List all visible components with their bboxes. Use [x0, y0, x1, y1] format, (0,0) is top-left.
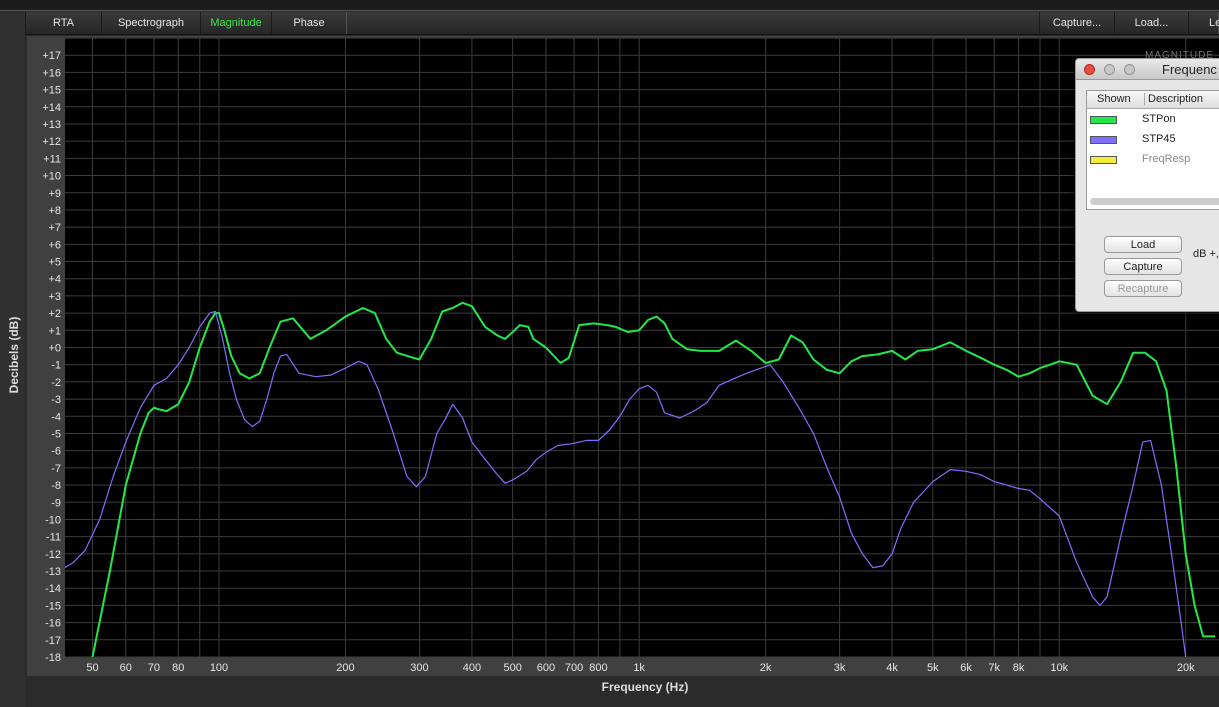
y-tick-label: +0	[48, 343, 61, 355]
legend-item-stpon[interactable]: STPon	[1087, 111, 1219, 129]
y-tick-label: -11	[46, 532, 61, 544]
y-tick-label: -3	[51, 394, 61, 406]
legend-swatch-stp45[interactable]	[1090, 136, 1117, 144]
x-tick-label: 70	[148, 662, 160, 674]
y-tick-label: +14	[42, 102, 61, 114]
x-tick-label: 600	[537, 662, 555, 674]
x-tick-label: 2k	[760, 662, 772, 674]
panel-load-button[interactable]: Load	[1104, 236, 1182, 253]
y-tick-label: +17	[42, 50, 61, 62]
legend-label-stpon: STPon	[1142, 113, 1176, 125]
y-tick-label: +12	[42, 136, 61, 148]
y-tick-label: -16	[45, 618, 61, 630]
frequency-response-panel: Frequenc Shown Description STPon STP45 F…	[1075, 58, 1219, 312]
y-tick-label: +10	[42, 171, 61, 183]
legend-header: Shown Description	[1087, 91, 1219, 109]
y-tick-label: -6	[51, 446, 61, 458]
x-tick-label: 80	[172, 662, 184, 674]
y-tick-label: -15	[45, 600, 61, 612]
x-tick-labels: 50 60 70 80 100 200 300 400 500 600 700 800 1k 2k 3k 4k…	[86, 662, 1195, 674]
x-tick-label: 6k	[960, 662, 972, 674]
y-tick-label: +9	[48, 188, 61, 200]
y-tick-label: +2	[48, 308, 61, 320]
y-tick-label: +16	[42, 67, 61, 79]
y-tick-label: -17	[45, 635, 61, 647]
zoom-icon[interactable]	[1124, 64, 1135, 75]
x-tick-label: 1k	[633, 662, 645, 674]
x-tick-label: 500	[503, 662, 521, 674]
legend-swatch-stpon[interactable]	[1090, 116, 1117, 124]
y-tick-label: -7	[51, 463, 61, 475]
y-tick-label: +8	[48, 205, 61, 217]
y-tick-labels: +17 +16 +15 +14 +13 +12 +11 +10 +9 +8 +7 +6 +5 +4 +3 +2…	[42, 50, 61, 664]
y-tick-label: +13	[42, 119, 61, 131]
legend-swatch-freqresp[interactable]	[1090, 156, 1117, 164]
x-tick-label: 200	[336, 662, 354, 674]
x-tick-label: 5k	[927, 662, 939, 674]
column-header-shown[interactable]: Shown	[1097, 93, 1131, 105]
panel-title-bar[interactable]: Frequenc	[1076, 59, 1219, 80]
y-tick-label: -2	[51, 377, 61, 389]
x-tick-label: 400	[463, 662, 481, 674]
close-icon[interactable]	[1084, 64, 1095, 75]
y-tick-label: -12	[45, 549, 61, 561]
y-tick-label: -10	[45, 514, 61, 526]
y-tick-label: -14	[45, 583, 61, 595]
x-tick-label: 100	[210, 662, 228, 674]
y-tick-label: -18	[45, 652, 61, 664]
panel-title: Frequenc	[1162, 62, 1217, 77]
x-tick-label: 10k	[1050, 662, 1068, 674]
y-tick-label: +4	[48, 274, 61, 286]
x-tick-label: 3k	[834, 662, 846, 674]
legend-table: Shown Description STPon STP45 FreqResp	[1086, 90, 1219, 210]
y-tick-label: +7	[48, 222, 61, 234]
legend-item-stp45[interactable]: STP45	[1087, 131, 1219, 149]
magnitude-chart: +17 +16 +15 +14 +13 +12 +11 +10 +9 +8 +7 +6 +5 +4 +3 +2…	[42, 37, 1219, 674]
y-tick-label: -13	[45, 566, 61, 578]
y-tick-label: +15	[42, 85, 61, 97]
y-tick-label: +1	[48, 325, 61, 337]
legend-scrollbar[interactable]	[1090, 198, 1219, 205]
panel-capture-button[interactable]: Capture	[1104, 258, 1182, 275]
x-tick-label: 300	[410, 662, 428, 674]
x-tick-label: 20k	[1177, 662, 1195, 674]
y-tick-label: -8	[51, 480, 61, 492]
y-tick-label: +6	[48, 239, 61, 251]
legend-label-freqresp: FreqResp	[1142, 153, 1191, 165]
minimize-icon[interactable]	[1104, 64, 1115, 75]
column-header-description[interactable]: Description	[1144, 93, 1203, 105]
x-tick-label: 60	[120, 662, 132, 674]
y-tick-label: +3	[48, 291, 61, 303]
x-tick-label: 4k	[886, 662, 898, 674]
x-tick-label: 50	[86, 662, 98, 674]
legend-label-stp45: STP45	[1142, 133, 1176, 145]
x-tick-label: 8k	[1013, 662, 1025, 674]
y-axis-label: Decibels (dB)	[7, 316, 21, 394]
x-axis-label: Frequency (Hz)	[601, 680, 689, 694]
x-tick-label: 7k	[988, 662, 1000, 674]
y-tick-label: -5	[51, 428, 61, 440]
y-tick-label: -4	[51, 411, 61, 423]
y-tick-label: -9	[51, 497, 61, 509]
y-tick-label: +11	[43, 153, 61, 165]
legend-item-freqresp[interactable]: FreqResp	[1087, 151, 1219, 169]
x-tick-label: 800	[589, 662, 607, 674]
y-tick-label: -1	[51, 360, 61, 372]
panel-db-label: dB +,	[1193, 248, 1219, 260]
x-tick-label: 700	[565, 662, 583, 674]
y-tick-label: +5	[48, 257, 61, 269]
panel-recapture-button[interactable]: Recapture	[1104, 280, 1182, 297]
